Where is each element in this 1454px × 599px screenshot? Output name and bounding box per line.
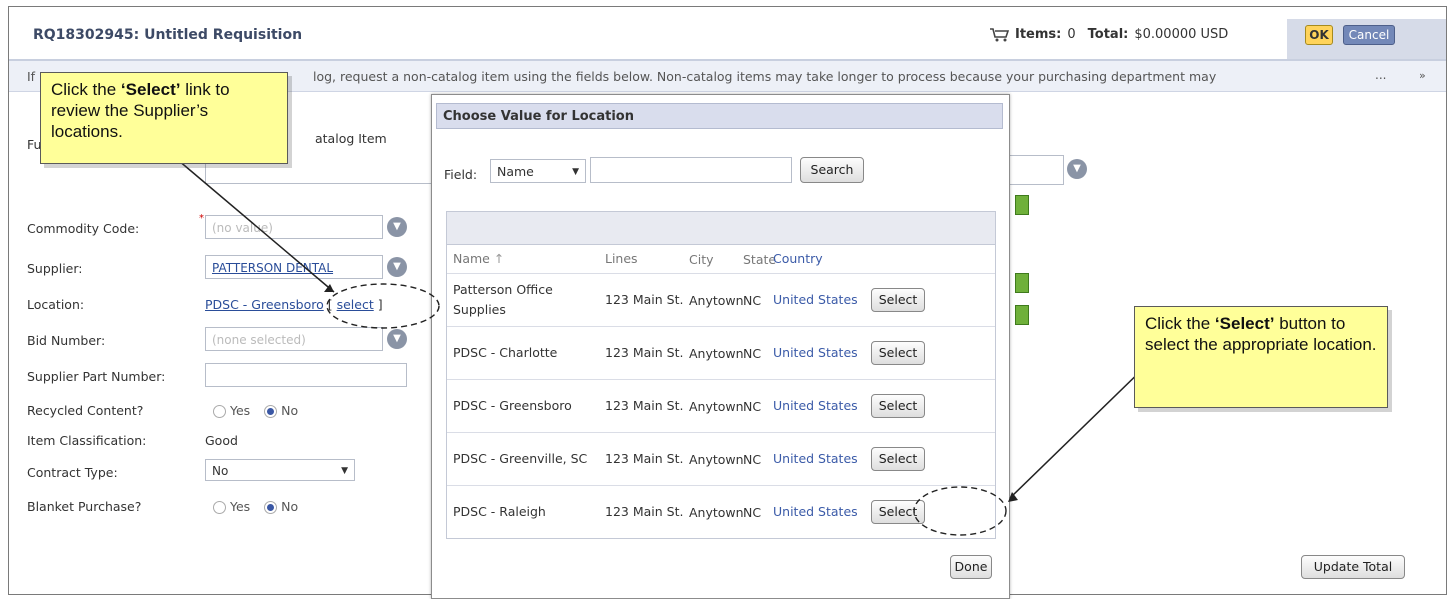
select-link-highlight xyxy=(326,283,440,329)
select-button-highlight xyxy=(913,486,1007,536)
right-arrowhead-icon xyxy=(1008,492,1018,502)
right-callout: Click the ‘Select’ button to select the … xyxy=(1134,306,1388,408)
left-callout: Click the ‘Select’ link to review the Su… xyxy=(40,72,288,164)
left-arrow xyxy=(177,159,335,293)
right-arrow xyxy=(1009,359,1153,499)
